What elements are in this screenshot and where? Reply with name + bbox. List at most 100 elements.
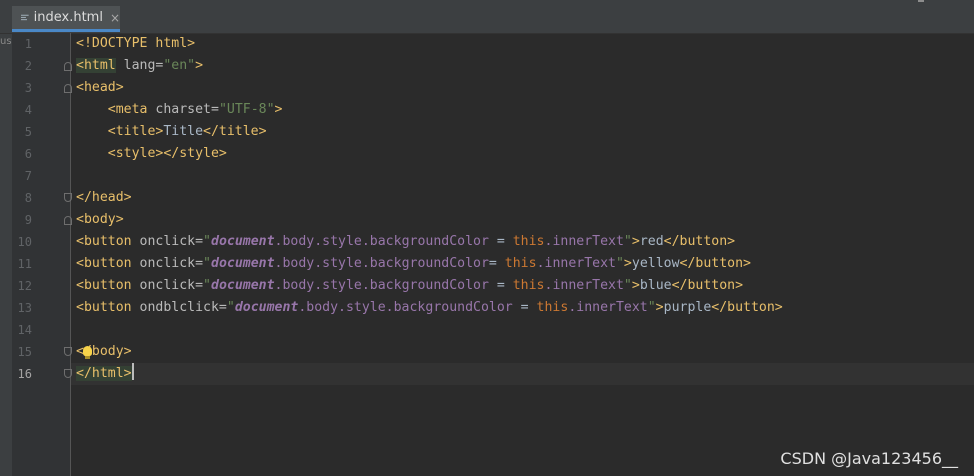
tag-token: >: [623, 256, 632, 271]
tag-token: </title>: [203, 124, 267, 139]
keyword-token: this: [512, 234, 545, 249]
fold-marker-icon[interactable]: [64, 84, 72, 93]
watermark: CSDN @Java123456__: [780, 449, 958, 468]
property-token: .innerText: [568, 300, 648, 315]
operator-token: =: [488, 256, 505, 271]
operator-token: =: [488, 234, 513, 249]
line-number: 11: [17, 257, 32, 271]
code-line-9[interactable]: <body>: [76, 209, 124, 231]
property-token: .body.style.backgroundColor: [298, 300, 513, 315]
line-number-current: 16: [17, 367, 32, 381]
property-token: .body.style.backgroundColor: [274, 278, 489, 293]
fold-marker-icon[interactable]: [64, 347, 72, 356]
line-number: 15: [17, 345, 32, 359]
line-number: 9: [24, 213, 32, 227]
code-line-16[interactable]: </html>: [76, 363, 134, 385]
fold-marker-icon[interactable]: [64, 193, 72, 202]
current-line-highlight: [71, 363, 974, 385]
keyword-token: this: [512, 278, 545, 293]
line-number: 1: [24, 37, 32, 51]
document-token: document: [211, 278, 275, 293]
attr-token: charset=: [147, 102, 219, 117]
code-line-10[interactable]: <button onclick="document.body.style.bac…: [76, 231, 735, 253]
string-token: ": [226, 300, 235, 315]
line-number: 8: [24, 191, 32, 205]
tag-token: </html>: [76, 366, 132, 381]
tag-token: <body>: [76, 212, 124, 227]
line-number-gutter: [12, 33, 70, 476]
fold-marker-icon[interactable]: [64, 62, 72, 71]
code-line-2[interactable]: <html lang="en">: [76, 55, 203, 77]
code-line-4[interactable]: <meta charset="UTF-8">: [76, 99, 283, 121]
code-line-12[interactable]: <button onclick="document.body.style.bac…: [76, 275, 743, 297]
property-token: .body.style.backgroundColor: [274, 234, 489, 249]
operator-token: =: [488, 278, 513, 293]
string-token: ": [203, 278, 211, 293]
tag-token: <title>: [107, 124, 164, 139]
code-line-5[interactable]: <title>Title</title>: [76, 121, 267, 143]
html-file-icon: [21, 14, 29, 20]
code-line-6[interactable]: <style></style>: [76, 143, 227, 165]
lightbulb-base: [85, 356, 90, 359]
strip-text: us: [0, 36, 12, 47]
document-token: document: [211, 256, 275, 271]
document-token: document: [211, 234, 275, 249]
line-number: 12: [17, 279, 32, 293]
tag-token: >: [274, 102, 283, 117]
tab-label: index.html: [33, 10, 103, 25]
string-token: "en": [163, 58, 196, 73]
ide-window: us index.html × 1 2 3 4 5 6 7 8 9 10 11 …: [0, 0, 974, 476]
tag-token: <button: [76, 256, 132, 271]
string-token: "UTF-8": [218, 102, 275, 117]
tag-token: >: [655, 300, 664, 315]
code-line-13[interactable]: <button ondblclick="document.body.style.…: [76, 297, 783, 319]
property-token: .innerText: [536, 256, 616, 271]
attr-token: ondblclick=: [131, 300, 227, 315]
close-icon[interactable]: ×: [110, 11, 120, 25]
line-number: 2: [24, 59, 32, 73]
tag-token: </button>: [711, 300, 783, 315]
string-token: ": [647, 300, 656, 315]
text-token: yellow: [631, 256, 680, 271]
more-icon[interactable]: [918, 0, 924, 2]
attr-token: onclick=: [131, 256, 204, 271]
line-number: 4: [24, 103, 32, 117]
attr-token: onclick=: [131, 234, 204, 249]
operator-token: =: [512, 300, 537, 315]
gutter-divider: [70, 33, 71, 476]
tag-token: <head>: [76, 80, 124, 95]
fold-marker-icon[interactable]: [64, 369, 72, 378]
code-line-1[interactable]: <!DOCTYPE html>: [76, 33, 195, 55]
text-token: purple: [663, 300, 712, 315]
tag-token: <button: [76, 234, 132, 249]
string-token: ": [203, 256, 211, 271]
property-token: .body.style.backgroundColor: [274, 256, 489, 271]
fold-marker-icon[interactable]: [64, 216, 72, 225]
tag-token: >: [195, 58, 204, 73]
lightbulb-icon[interactable]: [83, 346, 92, 356]
code-line-3[interactable]: <head>: [76, 77, 124, 99]
line-number: 3: [24, 81, 32, 95]
text-token: Title: [163, 124, 204, 139]
keyword-token: this: [536, 300, 569, 315]
string-token: ": [623, 278, 632, 293]
keyword-token: this: [504, 256, 537, 271]
code-line-11[interactable]: <button onclick="document.body.style.bac…: [76, 253, 751, 275]
tab-index-html[interactable]: index.html ×: [12, 6, 120, 32]
tag-token: </style>: [163, 146, 227, 161]
tag-token: </button>: [671, 278, 744, 293]
tag-token: <html: [76, 58, 116, 73]
tag-token: <meta: [107, 102, 148, 117]
left-tool-strip: us: [0, 0, 12, 476]
string-token: ": [203, 234, 211, 249]
line-number: 10: [17, 235, 32, 249]
line-number: 5: [24, 125, 32, 139]
tag-token: </button>: [679, 256, 751, 271]
code-line-8[interactable]: </head>: [76, 187, 132, 209]
tag-token: <button: [76, 300, 132, 315]
string-token: ": [623, 234, 632, 249]
tag-token: >: [631, 278, 640, 293]
